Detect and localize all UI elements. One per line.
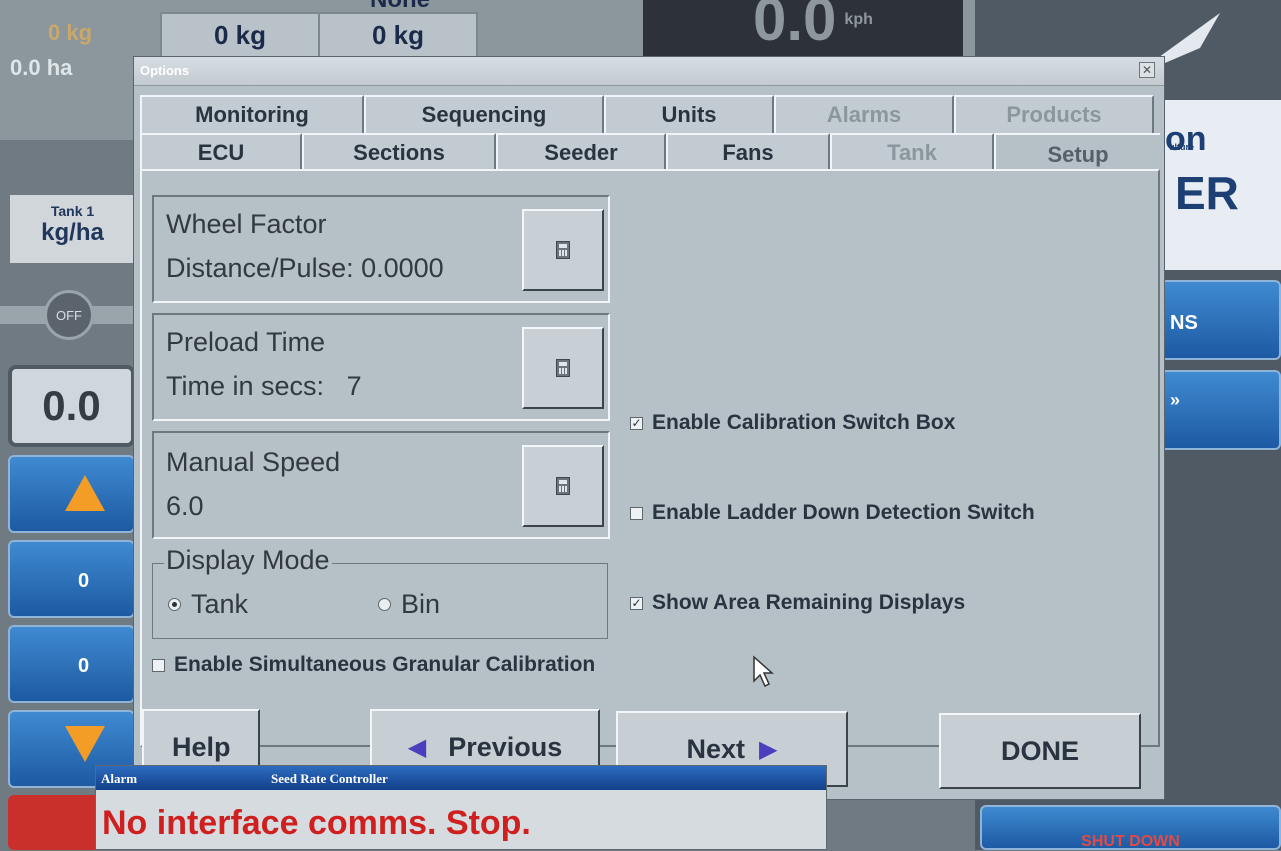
tank-radio[interactable] [168,598,181,611]
area-remaining-checkbox[interactable]: ✓ [630,596,643,610]
previous-label: Previous [448,731,563,762]
tab-tank[interactable]: Tank [830,133,994,171]
calibration-switch-option[interactable]: ✓ Enable Calibration Switch Box [630,411,955,435]
right-menu-button[interactable]: NS [1160,280,1281,360]
tab-units[interactable]: Units [604,95,774,133]
simultaneous-calibration-label: Enable Simultaneous Granular Calibration [174,653,596,676]
area-stat: 0.0 ha [10,55,73,80]
ladder-detection-label: Enable Ladder Down Detection Switch [652,501,1035,524]
tank-unit: kg/ha [41,219,104,246]
simultaneous-calibration-checkbox[interactable] [152,658,165,672]
setup-panel: Wheel Factor Distance/Pulse: 0.0000 Prel… [140,169,1160,747]
calculator-icon [556,359,570,377]
logo-text-large: ER [1175,167,1239,219]
preload-time-title: Preload Time [166,327,326,357]
tab-row-1: Monitoring Sequencing Units Alarms Produ… [140,95,1160,133]
options-dialog: Options ✕ Monitoring Sequencing Units Al… [133,56,1165,800]
close-icon[interactable]: ✕ [1139,62,1155,78]
shutdown-button[interactable]: SHUT DOWN [980,805,1281,850]
preload-time-group: Preload Time Time in secs: 7 [152,313,610,421]
wheel-factor-value: Distance/Pulse: 0.0000 [166,253,444,283]
dialog-titlebar: Options ✕ [134,57,1164,86]
bin-radio[interactable] [378,598,391,611]
tab-sections[interactable]: Sections [302,133,496,171]
product-cell-2: 0 kg [318,12,478,58]
tab-row-2: ECU Sections Seeder Fans Tank Setup [140,133,1160,175]
manual-speed-value: 6.0 [166,491,204,521]
off-switch[interactable]: OFF [0,290,135,340]
alarm-popup[interactable]: Alarm Seed Rate Controller No interface … [95,765,827,850]
manual-speed-title: Manual Speed [166,447,341,477]
counter-2[interactable]: 0 [8,625,135,703]
calculator-icon [556,241,570,259]
tank-radio-label: Tank [191,589,249,619]
increase-button[interactable] [8,455,135,533]
alarm-tag: Alarm [101,771,138,786]
wheel-factor-group: Wheel Factor Distance/Pulse: 0.0000 [152,195,610,303]
calibration-switch-label: Enable Calibration Switch Box [652,411,956,434]
display-mode-tank-option[interactable]: Tank [168,589,248,620]
wheel-factor-title: Wheel Factor [166,209,327,239]
display-mode-legend: Display Mode [164,545,332,576]
weight-stat: 0 kg [48,20,93,45]
product-cell-1: 0 kg [160,12,320,58]
calculator-icon [556,477,570,495]
tab-products[interactable]: Products [954,95,1154,133]
alarm-titlebar: Alarm Seed Rate Controller [96,766,826,790]
right-nav-button[interactable]: » [1160,370,1281,450]
arrow-left-icon: ◀ [407,733,427,761]
tab-ecu[interactable]: ECU [140,133,302,171]
simultaneous-calibration-option[interactable]: Enable Simultaneous Granular Calibration [152,653,595,677]
mouse-pointer-icon [752,655,776,694]
arrow-right-icon: ▶ [759,735,778,763]
calibration-switch-checkbox[interactable]: ✓ [630,416,643,430]
wheel-factor-calculator-button[interactable] [522,209,604,291]
ladder-detection-option[interactable]: Enable Ladder Down Detection Switch [630,501,1035,525]
preload-time-calculator-button[interactable] [522,327,604,409]
counter-1[interactable]: 0 [8,540,135,618]
tank-label: Tank 1 [50,203,95,219]
tab-fans[interactable]: Fans [666,133,830,171]
dialog-title: Options [140,63,190,78]
speed-display: 0.0 kph [643,0,963,56]
area-remaining-option[interactable]: ✓ Show Area Remaining Displays [630,591,965,615]
next-label: Next [686,733,746,764]
manual-speed-group: Manual Speed 6.0 [152,431,610,539]
alarm-source: Seed Rate Controller [271,771,388,786]
logo-subtext: ulture [1169,142,1195,152]
manual-speed-calculator-button[interactable] [522,445,604,527]
up-arrow-icon [65,475,105,511]
logo-band: on ulture ER [1165,100,1281,270]
product-header: None [370,0,430,14]
done-button[interactable]: DONE [939,713,1141,789]
area-remaining-label: Show Area Remaining Displays [652,591,966,614]
tab-monitoring[interactable]: Monitoring [140,95,364,133]
preload-time-value: Time in secs: 7 [166,371,362,401]
rate-display: 0.0 [8,365,135,447]
tab-alarms[interactable]: Alarms [774,95,954,133]
tab-seeder[interactable]: Seeder [496,133,666,171]
ladder-detection-checkbox[interactable] [630,506,643,520]
off-knob[interactable]: OFF [44,290,94,340]
alarm-message: No interface comms. Stop. [102,804,531,842]
logo-text: on [1165,120,1207,158]
bin-radio-label: Bin [401,589,441,619]
tab-sequencing[interactable]: Sequencing [364,95,604,133]
tank-rate: Tank 1 kg/ha [10,195,135,263]
display-mode-bin-option[interactable]: Bin [378,589,440,620]
